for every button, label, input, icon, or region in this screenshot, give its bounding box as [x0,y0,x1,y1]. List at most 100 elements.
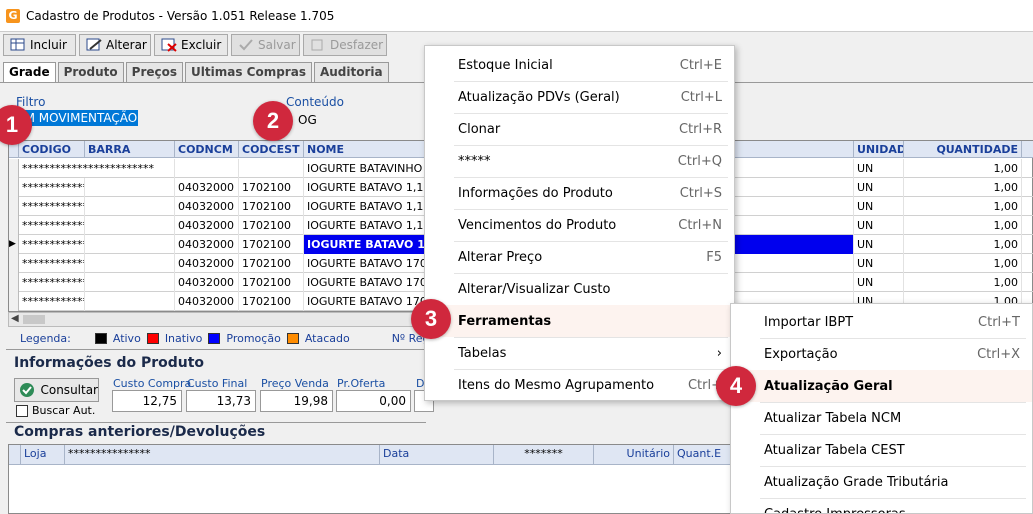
scroll-thumb[interactable] [23,315,45,324]
cell-cest[interactable]: 1702100 [239,254,304,273]
alterar-button[interactable]: Alterar [79,34,151,56]
menu-item-atualiza-o-pdvs-geral[interactable]: Atualização PDVs (Geral) Ctrl+L [425,81,734,113]
cell-cest[interactable]: 1702100 [239,178,304,197]
compras-col-unitario[interactable]: Unitário [594,445,674,465]
desfazer-button[interactable]: Desfazer [303,34,387,56]
tab-ultimas-compras[interactable]: Ultimas Compras [185,62,312,82]
submenu-item-atualizar-tabela-ncm[interactable]: Atualizar Tabela NCM [731,402,1032,434]
cell-qtd[interactable]: 1,00 [904,159,1022,178]
cell-qtd[interactable]: 1,00 [904,254,1022,273]
cell-ncm[interactable]: 04032000 [175,254,239,273]
row-indicator[interactable] [9,159,19,178]
salvar-button[interactable]: Salvar [231,34,300,56]
menu-item-estoque-inicial[interactable]: Estoque Inicial Ctrl+E [425,49,734,81]
compras-col-quant[interactable]: Quant.E [674,445,734,465]
cell-un[interactable]: UN [854,159,904,178]
cell-cest[interactable]: 1702100 [239,292,304,311]
cell-qtd[interactable]: 1,00 [904,216,1022,235]
cell-barra[interactable] [85,292,175,311]
cell-cest[interactable]: 1702100 [239,235,304,254]
row-indicator[interactable]: ▶ [9,235,19,254]
menu-item-ferramentas[interactable]: Ferramentas [425,305,734,337]
preco-venda-field[interactable]: 19,98 [260,390,333,412]
filtro-select[interactable]: EM MOVIMENTAÇÃO [16,110,256,130]
cell-un[interactable]: UN [854,197,904,216]
cell-un[interactable]: UN [854,273,904,292]
custo-final-field[interactable]: 13,73 [186,390,256,412]
scroll-left-icon[interactable]: ◀ [11,313,19,324]
col-quantidade[interactable]: QUANTIDADE [904,141,1022,158]
submenu-item-atualizar-tabela-cest[interactable]: Atualizar Tabela CEST [731,434,1032,466]
row-indicator[interactable] [9,197,19,216]
compras-col-masked[interactable]: *************** [65,445,380,465]
cell-ncm[interactable]: 04032000 [175,197,239,216]
col-codncm[interactable]: CODNCM [175,141,239,158]
cell-ncm[interactable] [175,159,239,178]
submenu-item-importar-ibpt[interactable]: Importar IBPT Ctrl+T [731,306,1032,338]
consultar-button[interactable]: Consultar [14,378,99,402]
cell-qtd[interactable]: 1,00 [904,178,1022,197]
cell-barra[interactable] [85,235,175,254]
cell-cest[interactable] [239,159,304,178]
cell-qtd[interactable]: 1,00 [904,197,1022,216]
cell-un[interactable]: UN [854,235,904,254]
menu-item-alterar-pre-o[interactable]: Alterar Preço F5 [425,241,734,273]
submenu-item-cadastro-impressoras[interactable]: Cadastro Impressoras [731,498,1032,514]
cell-codigo[interactable]: ************* [19,197,85,216]
cell-codigo[interactable]: ************* [19,178,85,197]
cell-ncm[interactable]: 04032000 [175,178,239,197]
submenu-item-exportacao[interactable]: Exportação Ctrl+X [731,338,1032,370]
cell-codigo[interactable]: ************* [19,216,85,235]
compras-col-masked2[interactable]: ******* [494,445,594,465]
col-barra[interactable]: BARRA [85,141,175,158]
tab-auditoria[interactable]: Auditoria [313,62,389,82]
custo-compra-field[interactable]: 12,75 [112,390,182,412]
tab-precos[interactable]: Preços [125,62,184,82]
row-indicator[interactable] [9,216,19,235]
cell-qtd[interactable]: 1,00 [904,273,1022,292]
menu-item-informa-es-do-produto[interactable]: Informações do Produto Ctrl+S [425,177,734,209]
tab-grade[interactable]: Grade [3,62,56,82]
menu-item-alterar-visualizar-custo[interactable]: Alterar/Visualizar Custo [425,273,734,305]
cell-codigo[interactable]: ************* [19,292,85,311]
cell-ncm[interactable]: 04032000 [175,216,239,235]
conteudo-input[interactable]: OG [298,113,317,127]
cell-un[interactable]: UN [854,254,904,273]
cell-un[interactable]: UN [854,178,904,197]
cell-barra[interactable] [85,178,175,197]
col-unidade[interactable]: UNIDADE [854,141,904,158]
cell-codigo[interactable]: ************************ [19,159,175,178]
row-indicator[interactable] [9,178,19,197]
menu-item-clonar[interactable]: Clonar Ctrl+R [425,113,734,145]
submenu-item-atualizacao-grade-tributaria[interactable]: Atualização Grade Tributária [731,466,1032,498]
pr-oferta-field[interactable]: 0,00 [336,390,411,412]
col-codigo[interactable]: CODIGO [19,141,85,158]
cell-qtd[interactable]: 1,00 [904,235,1022,254]
cell-codigo[interactable]: ************* [19,273,85,292]
submenu-item-atualizacao-geral[interactable]: Atualização Geral [731,370,1032,402]
cell-ncm[interactable]: 04032000 [175,292,239,311]
cell-barra[interactable] [85,273,175,292]
excluir-button[interactable]: Excluir [154,34,228,56]
incluir-button[interactable]: Incluir [3,34,76,56]
col-codcest[interactable]: CODCEST [239,141,304,158]
row-indicator[interactable] [9,254,19,273]
cell-cest[interactable]: 1702100 [239,197,304,216]
cell-barra[interactable] [85,254,175,273]
cell-cest[interactable]: 1702100 [239,216,304,235]
cell-barra[interactable] [85,197,175,216]
cell-un[interactable]: UN [854,216,904,235]
checkbox-box[interactable] [16,404,28,417]
menu-item-itens-do-mesmo-agrupamento[interactable]: Itens do Mesmo Agrupamento Ctrl+ [425,369,734,401]
cell-cest[interactable]: 1702100 [239,273,304,292]
compras-col-data[interactable]: Data [380,445,494,465]
buscar-aut-checkbox[interactable]: Buscar Aut. [16,404,95,417]
menu-item-masked[interactable]: ***** Ctrl+Q [425,145,734,177]
compras-col-loja[interactable]: Loja [21,445,65,465]
cell-codigo[interactable]: ************* [19,254,85,273]
cell-ncm[interactable]: 04032000 [175,273,239,292]
menu-item-tabelas[interactable]: Tabelas › [425,337,734,369]
row-indicator[interactable] [9,292,19,311]
cell-codigo[interactable]: ************* [19,235,85,254]
row-indicator[interactable] [9,273,19,292]
